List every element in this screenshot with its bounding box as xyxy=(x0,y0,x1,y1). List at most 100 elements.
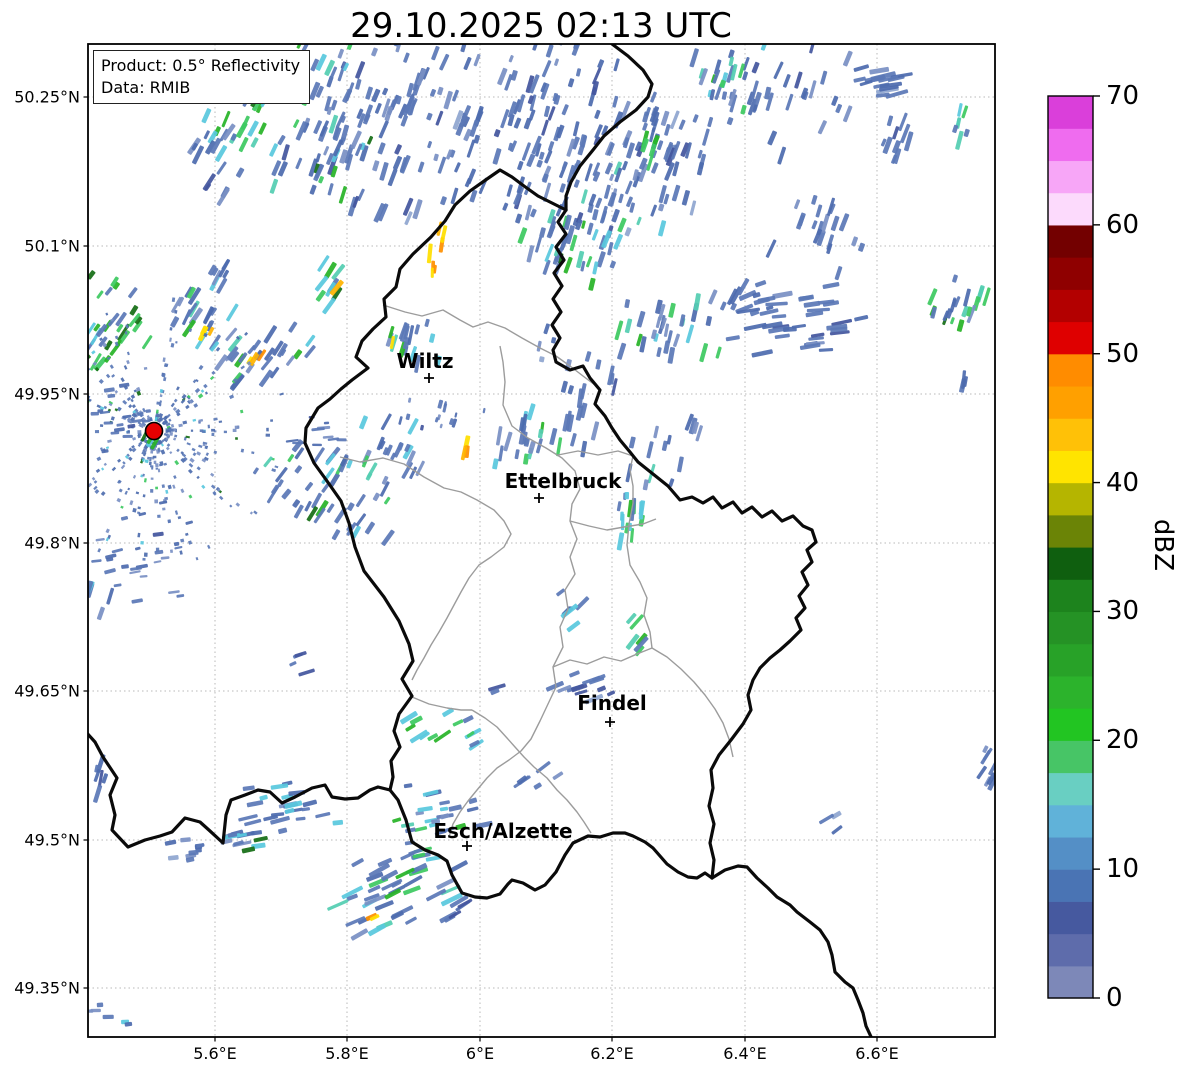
echo-streak xyxy=(817,120,827,135)
echo-clutter-dot xyxy=(142,494,146,498)
echo-streak xyxy=(377,142,386,155)
echo-streak xyxy=(699,343,709,363)
colorbar-segment xyxy=(1048,96,1093,129)
echo-streak xyxy=(180,837,191,843)
echo-streak xyxy=(312,443,322,447)
echo-streak xyxy=(338,186,347,204)
echo-clutter-dot xyxy=(198,444,203,449)
echo-streak xyxy=(111,548,124,554)
echo-streak xyxy=(566,620,581,633)
echo-streak xyxy=(567,385,574,395)
echo-streak xyxy=(96,606,105,621)
echo-clutter-dot xyxy=(253,510,258,515)
echo-streak xyxy=(327,183,334,196)
echo-clutter-dot xyxy=(107,439,112,444)
echo-streak xyxy=(452,719,464,727)
radar-map-figure: 29.10.2025 02:13 UTC Product: 0.5° Refle… xyxy=(0,0,1184,1081)
echo-streak xyxy=(617,342,627,360)
echo-streak xyxy=(591,229,599,241)
echo-clutter-dot xyxy=(155,486,159,490)
echo-clutter-dot xyxy=(174,459,180,466)
echo-streak xyxy=(774,333,790,340)
colorbar-segment xyxy=(1048,418,1093,451)
colorbar-segment xyxy=(1048,804,1093,838)
city-label: Esch/Alzette xyxy=(433,819,573,843)
echo-streak xyxy=(597,59,605,69)
colorbar-segment xyxy=(1048,643,1093,677)
echo-clutter-dot xyxy=(167,484,172,490)
echo-streak xyxy=(203,130,210,140)
echo-streak xyxy=(533,782,542,790)
echo-streak xyxy=(390,910,404,920)
echo-streak xyxy=(311,492,322,509)
echo-streak xyxy=(740,104,747,115)
echo-streak xyxy=(263,456,273,468)
echo-clutter-dot xyxy=(77,336,81,340)
echo-streak xyxy=(288,321,298,333)
colorbar-segment xyxy=(1048,901,1093,935)
echo-streak xyxy=(372,492,380,502)
echo-streak xyxy=(595,359,602,370)
y-axis-label: 50.1°N xyxy=(24,236,80,256)
echo-streak xyxy=(170,316,180,328)
echo-streak xyxy=(815,204,823,218)
echo-clutter-dot xyxy=(74,489,79,494)
echo-clutter-dot xyxy=(59,367,63,371)
echo-clutter-dot xyxy=(195,556,199,561)
echo-clutter-dot xyxy=(162,507,166,511)
colorbar-segment xyxy=(1048,611,1093,645)
echo-clutter-dot xyxy=(169,549,174,553)
echo-clutter-dot xyxy=(235,502,241,507)
echo-clutter-dot xyxy=(42,462,46,465)
echo-streak xyxy=(541,60,552,78)
echo-streak xyxy=(116,423,124,427)
echo-clutter-dot xyxy=(185,404,190,410)
echo-streak xyxy=(838,213,850,232)
echo-streak xyxy=(176,594,185,598)
echo-clutter-dot xyxy=(169,428,174,432)
echo-clutter-dot xyxy=(165,446,170,451)
echo-clutter-dot xyxy=(137,532,141,538)
echo-streak xyxy=(498,445,504,462)
echo-streak xyxy=(152,531,164,537)
echo-streak xyxy=(104,568,116,575)
echo-streak xyxy=(517,160,524,171)
echo-clutter-dot xyxy=(82,438,86,442)
echo-streak xyxy=(216,161,227,175)
echo-streak xyxy=(145,409,151,413)
echo-streak xyxy=(651,162,659,174)
echo-streak xyxy=(613,58,620,72)
echo-streak xyxy=(304,345,316,359)
echo-clutter-dot xyxy=(211,432,215,437)
echo-clutter-dot xyxy=(172,484,176,489)
echo-clutter-dot xyxy=(120,377,125,383)
echo-streak xyxy=(121,564,129,569)
echo-clutter-dot xyxy=(201,430,206,433)
echo-streak xyxy=(624,491,630,500)
echo-clutter-dot xyxy=(66,517,70,521)
echo-streak xyxy=(448,804,462,812)
echo-clutter-dot xyxy=(109,364,114,369)
echo-streak xyxy=(642,479,649,491)
echo-streak xyxy=(616,532,625,551)
echo-clutter-dot xyxy=(239,409,244,414)
echo-streak xyxy=(238,137,249,153)
echo-clutter-dot xyxy=(150,489,154,493)
colorbar-segment xyxy=(1048,547,1093,580)
y-axis-label: 50.25°N xyxy=(14,87,80,107)
echo-streak xyxy=(955,130,964,150)
colorbar-segment xyxy=(1048,257,1093,290)
echo-streak xyxy=(765,301,788,307)
echo-clutter-dot xyxy=(103,462,107,467)
echo-clutter-dot xyxy=(176,448,180,453)
echo-clutter-dot xyxy=(187,468,193,474)
echo-clutter-dot xyxy=(207,424,211,429)
echo-streak xyxy=(719,79,726,88)
echo-clutter-dot xyxy=(198,418,204,423)
echo-streak xyxy=(592,209,599,221)
echo-streak xyxy=(367,135,374,145)
echo-streak xyxy=(314,275,329,292)
echo-streak xyxy=(302,799,318,808)
echo-streak xyxy=(340,124,350,141)
echo-clutter-dot xyxy=(240,448,245,453)
